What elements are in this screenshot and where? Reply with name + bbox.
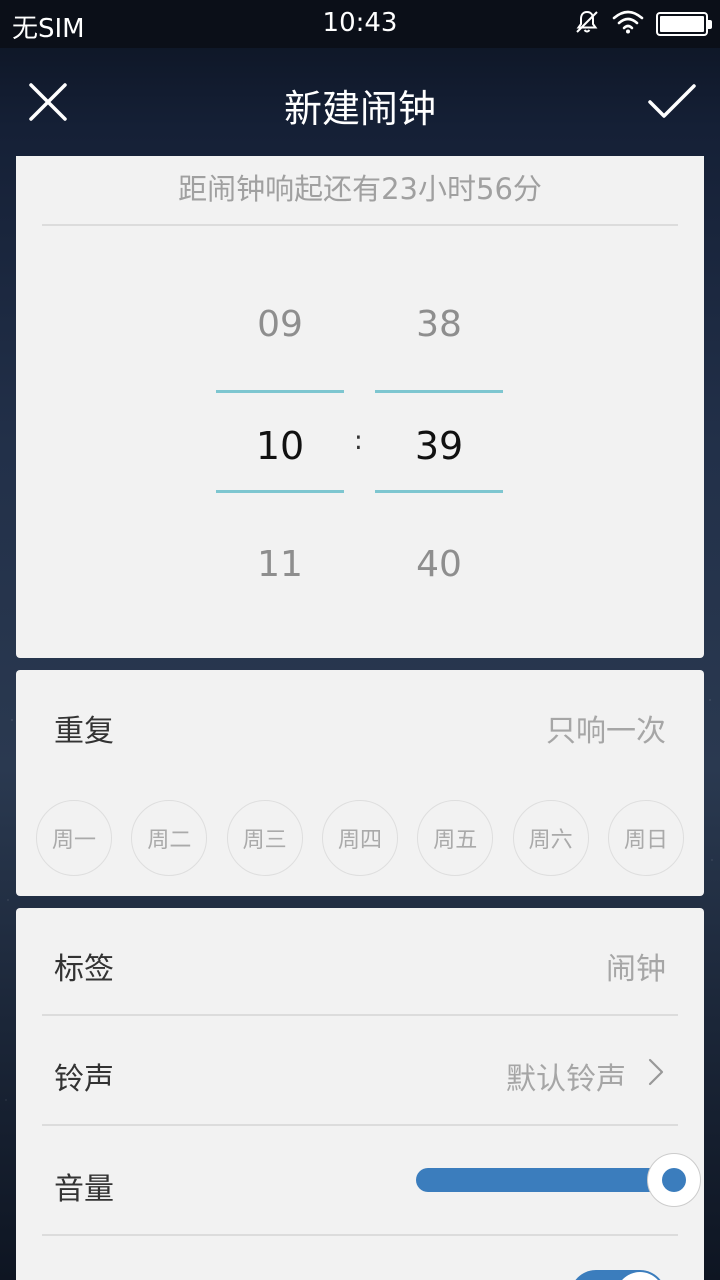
repeat-value[interactable]: 只响一次 xyxy=(546,706,666,750)
volume-slider-handle[interactable] xyxy=(647,1153,701,1207)
minute-wheel[interactable]: 38 39 40 xyxy=(375,276,503,616)
countdown-label: 距闹钟响起还有23小时56分 xyxy=(178,172,542,206)
day-friday[interactable]: 周五 xyxy=(417,800,494,876)
volume-label: 音量 xyxy=(54,1172,114,1207)
silent-bell-icon xyxy=(574,9,600,39)
divider xyxy=(42,224,678,226)
page-title: 新建闹钟 xyxy=(283,87,436,131)
hour-selection-line-top xyxy=(216,390,344,393)
divider xyxy=(42,1124,678,1126)
vibrate-label: 振动 xyxy=(54,1272,114,1280)
day-thursday[interactable]: 周四 xyxy=(321,800,398,876)
ringtone-value[interactable]: 默认铃声 xyxy=(506,1054,626,1098)
hour-selection-line-bottom xyxy=(216,490,344,493)
day-monday[interactable]: 周一 xyxy=(36,800,112,876)
confirm-button[interactable] xyxy=(642,72,702,132)
wifi-icon xyxy=(612,10,644,38)
tag-value[interactable]: 闹钟 xyxy=(606,944,666,988)
divider xyxy=(42,1234,678,1236)
day-tuesday[interactable]: 周二 xyxy=(131,800,208,876)
battery-icon xyxy=(656,12,712,36)
day-saturday[interactable]: 周六 xyxy=(512,800,589,876)
vibrate-toggle[interactable] xyxy=(570,1270,666,1280)
top-bar: 新建闹钟 xyxy=(0,48,720,158)
time-picker-card: 距闹钟响起还有23小时56分 09 10 11 : 38 39 40 xyxy=(16,156,704,658)
chevron-right-icon[interactable] xyxy=(648,1058,664,1090)
settings-card: 标签 闹钟 铃声 默认铃声 音量 振动 xyxy=(16,908,704,1280)
hour-next[interactable]: 11 xyxy=(216,544,344,585)
vibrate-toggle-knob xyxy=(616,1272,664,1280)
hour-prev[interactable]: 09 xyxy=(216,304,344,345)
status-icons xyxy=(574,9,712,39)
day-wednesday[interactable]: 周三 xyxy=(226,800,303,876)
battery-level xyxy=(660,16,704,32)
hour-wheel[interactable]: 09 10 11 xyxy=(216,276,344,616)
minute-selection-line-top xyxy=(375,390,503,393)
status-bar: 无SIM 10:43 xyxy=(0,0,720,48)
repeat-card: 重复 只响一次 周一 周二 周三 周四 周五 周六 周日 xyxy=(16,670,704,896)
day-sunday[interactable]: 周日 xyxy=(607,800,684,876)
minute-selection-line-bottom xyxy=(375,490,503,493)
check-icon xyxy=(648,84,696,118)
volume-slider[interactable] xyxy=(416,1168,674,1192)
divider xyxy=(42,1014,678,1016)
minute-next[interactable]: 40 xyxy=(375,544,503,585)
weekday-selector: 周一 周二 周三 周四 周五 周六 周日 xyxy=(36,800,684,876)
repeat-label: 重复 xyxy=(54,714,114,749)
time-separator: : xyxy=(354,426,363,456)
minute-prev[interactable]: 38 xyxy=(375,304,503,345)
tag-label: 标签 xyxy=(54,952,114,987)
volume-slider-handle-dot xyxy=(662,1168,686,1192)
ringtone-label: 铃声 xyxy=(54,1062,114,1097)
minute-current[interactable]: 39 xyxy=(375,424,503,468)
hour-current[interactable]: 10 xyxy=(216,424,344,468)
